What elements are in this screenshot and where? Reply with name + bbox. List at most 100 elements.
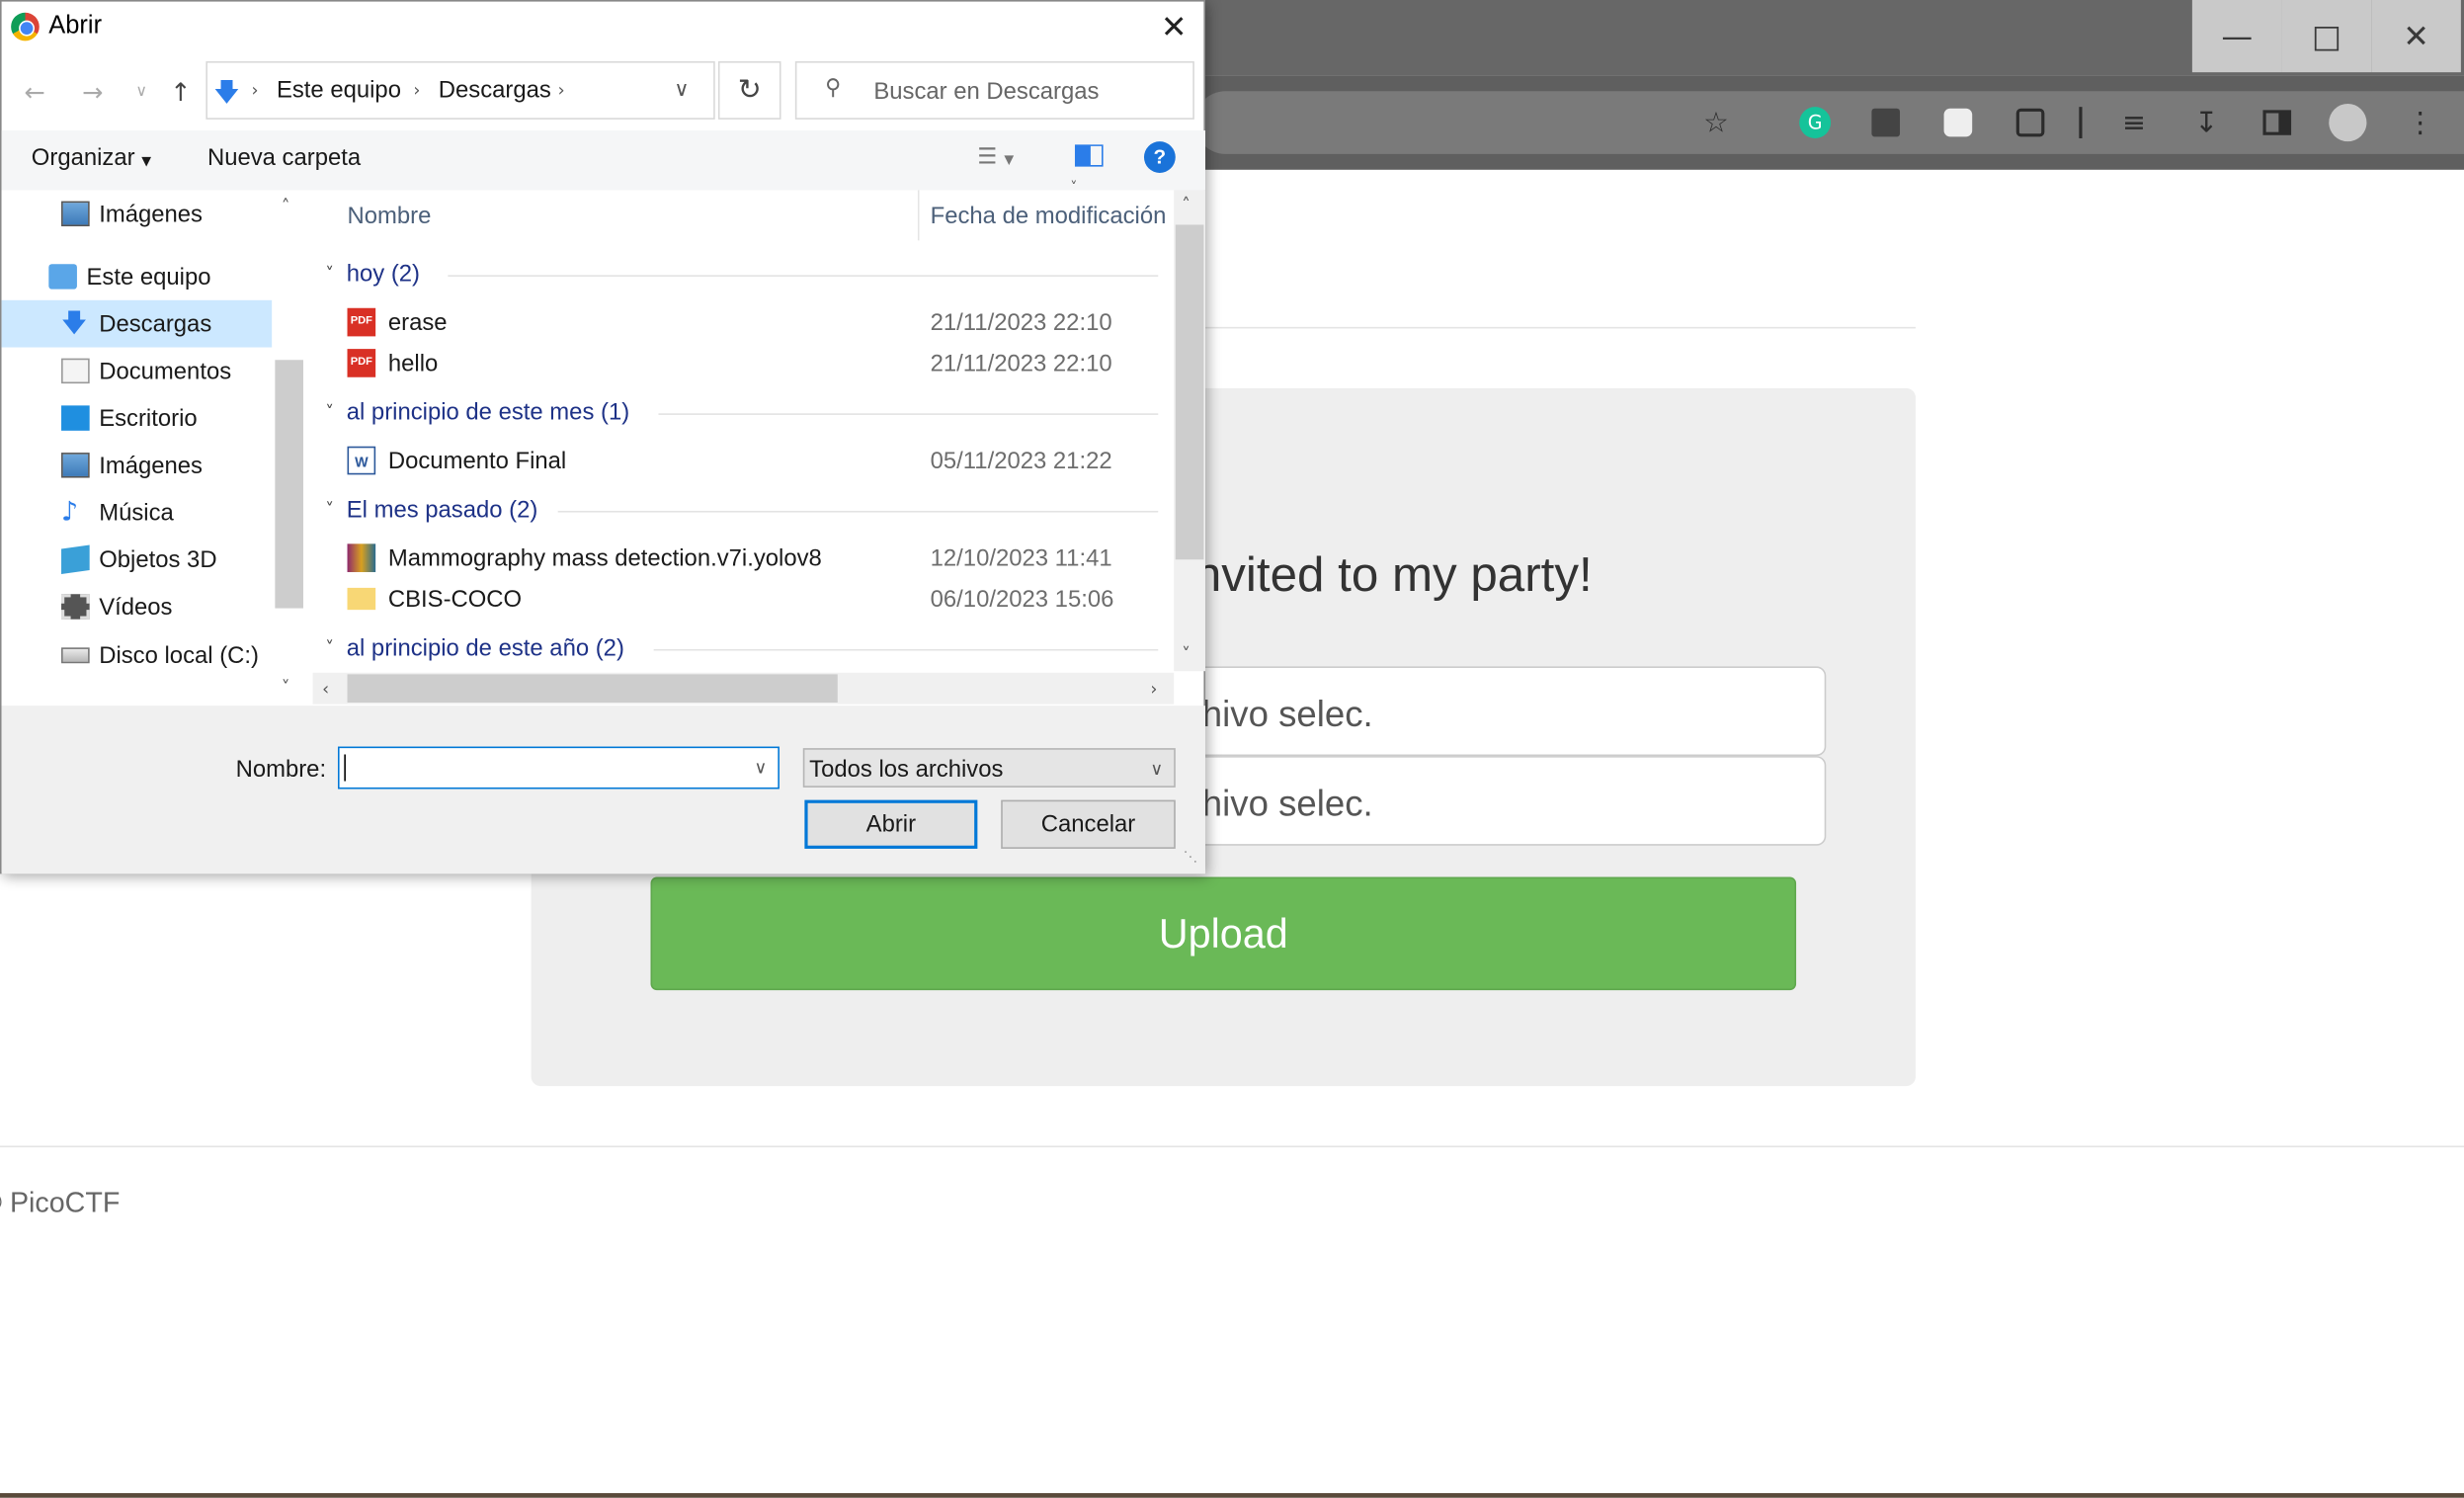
horizontal-scroll-thumb[interactable] xyxy=(347,674,838,703)
scroll-down-arrow-icon[interactable]: ˅ xyxy=(282,678,290,699)
scroll-right-arrow-icon[interactable]: › xyxy=(1150,679,1157,700)
text-caret xyxy=(344,754,346,782)
open-button[interactable]: Abrir xyxy=(804,799,978,849)
minimize-button[interactable]: — xyxy=(2191,0,2282,73)
archive-icon xyxy=(347,543,376,572)
column-header-name[interactable]: Nombre xyxy=(348,203,432,229)
sidebar-item-disco-local[interactable]: Disco local (C:) xyxy=(2,631,273,679)
file-row[interactable]: W Documento Final 05/11/2023 21:22 xyxy=(347,440,1165,480)
group-header[interactable]: ˅ hoy (2) xyxy=(325,261,420,288)
sidebar-item-objetos-3d[interactable]: Objetos 3D xyxy=(2,536,273,583)
group-header[interactable]: ˅ El mes pasado (2) xyxy=(325,497,537,524)
group-divider xyxy=(448,275,1159,277)
breadcrumb-bar[interactable]: 🡇 › Este equipo › Descargas › ∨ xyxy=(205,61,715,120)
pdf-icon: PDF xyxy=(347,349,376,377)
refresh-button[interactable]: ↻ xyxy=(717,61,781,120)
maximize-button[interactable]: □ xyxy=(2281,0,2372,73)
downloads-icon: 🡇 xyxy=(213,76,240,108)
chevron-down-icon: ∨ xyxy=(1150,759,1164,780)
media-queue-icon[interactable]: ≡ xyxy=(2112,101,2157,145)
view-options-icon[interactable]: ☰ ▼ xyxy=(977,144,1014,169)
preview-pane-icon[interactable] xyxy=(1074,144,1104,167)
breadcrumb-separator-icon: › xyxy=(413,80,421,101)
file-input-1[interactable]: hivo selec. xyxy=(1193,666,1827,757)
scroll-up-arrow-icon[interactable]: ˄ xyxy=(1182,195,1191,215)
group-header[interactable]: ˅ al principio de este mes (1) xyxy=(325,399,629,426)
back-arrow-icon[interactable]: ← xyxy=(17,74,51,109)
scroll-down-arrow-icon[interactable]: ˅ xyxy=(1182,644,1191,665)
sidebar-item-videos[interactable]: Vídeos xyxy=(2,583,273,630)
resize-grip-icon[interactable]: ⋱ xyxy=(1184,851,1197,867)
extensions-puzzle-icon[interactable] xyxy=(2009,101,2053,145)
column-divider[interactable] xyxy=(917,190,920,241)
recent-locations-chevron-icon[interactable]: ∨ xyxy=(124,74,159,109)
documents-icon xyxy=(61,358,90,384)
page-divider xyxy=(1193,326,1916,329)
group-divider xyxy=(658,413,1159,415)
sidebar-item-musica[interactable]: ♪ Música xyxy=(2,489,273,537)
breadcrumb-separator-icon: › xyxy=(251,80,259,101)
collapse-chevron-icon: ˅ xyxy=(325,402,335,423)
scroll-up-arrow-icon[interactable]: ˄ xyxy=(282,197,290,217)
folder-icon xyxy=(347,587,376,611)
sidebar-scroll-thumb[interactable] xyxy=(275,360,303,609)
collapse-chevron-icon: ˅ xyxy=(325,499,335,521)
group-divider xyxy=(557,510,1159,513)
bookmark-star-icon[interactable]: ☆ xyxy=(1694,101,1739,145)
videos-icon xyxy=(61,594,90,620)
sidebar-item-documentos[interactable]: Documentos xyxy=(2,348,273,395)
sidebar-item-imagenes[interactable]: Imágenes xyxy=(2,442,273,489)
vertical-scroll-thumb[interactable] xyxy=(1175,224,1204,560)
breadcrumb-separator-icon: › xyxy=(557,80,565,101)
column-header-date[interactable]: Fecha de modificación xyxy=(931,203,1167,229)
address-dropdown-icon[interactable]: ∨ xyxy=(674,79,689,103)
group-header[interactable]: ˅ al principio de este año (2) xyxy=(325,635,624,662)
new-folder-button[interactable]: Nueva carpeta xyxy=(207,144,361,171)
grammarly-extension-icon[interactable]: G xyxy=(1793,101,1838,145)
downloads-icon[interactable]: ↧ xyxy=(2184,101,2229,145)
file-type-select[interactable]: Todos los archivos ∨ xyxy=(802,748,1176,788)
collapse-chevron-icon: ˅ xyxy=(325,264,335,285)
file-row[interactable]: Mammography mass detection.v7i.yolov8 12/… xyxy=(347,538,1165,578)
profile-avatar[interactable] xyxy=(2326,101,2370,145)
filename-dropdown-icon[interactable]: ∨ xyxy=(754,758,767,779)
3d-objects-icon xyxy=(61,544,90,574)
sidebar-item-imagenes-top[interactable]: Imágenes xyxy=(2,190,273,237)
file-input-2[interactable]: hivo selec. xyxy=(1193,756,1827,846)
sidebar-item-descargas[interactable]: 🡇 Descargas xyxy=(1,299,273,348)
music-icon: ♪ xyxy=(61,496,79,529)
chrome-menu-icon[interactable]: ⋮ xyxy=(2398,101,2442,145)
close-window-button[interactable]: ✕ xyxy=(2371,0,2461,73)
breadcrumb-item[interactable]: Este equipo xyxy=(277,77,401,104)
breadcrumb-item[interactable]: Descargas xyxy=(439,77,551,104)
sidebar-item-escritorio[interactable]: Escritorio xyxy=(2,394,273,442)
desktop-icon xyxy=(61,405,90,431)
file-row[interactable]: CBIS-COCO 06/10/2023 15:06 xyxy=(347,578,1165,619)
sidebar-item-este-equipo[interactable]: Este equipo xyxy=(2,253,273,300)
up-arrow-icon[interactable]: ↑ xyxy=(163,74,198,109)
toolbar-separator xyxy=(2079,107,2083,138)
chrome-logo-icon xyxy=(11,12,40,42)
bottom-edge xyxy=(0,1493,2464,1498)
search-input[interactable]: ⚲ Buscar en Descargas xyxy=(794,61,1194,120)
cancel-button[interactable]: Cancelar xyxy=(1001,799,1176,849)
drive-icon xyxy=(61,647,90,664)
side-panel-icon[interactable] xyxy=(2256,101,2300,145)
footer-divider xyxy=(0,1145,2464,1148)
dialog-close-button[interactable]: ✕ xyxy=(1146,5,1202,49)
dialog-title: Abrir xyxy=(48,12,103,40)
search-placeholder: Buscar en Descargas xyxy=(873,78,1100,106)
pictures-icon xyxy=(61,453,90,478)
open-file-dialog: Abrir ✕ ← → ∨ ↑ 🡇 › Este equipo › Descar… xyxy=(0,0,1205,874)
filename-input[interactable]: ∨ xyxy=(337,746,780,790)
notion-extension-icon[interactable] xyxy=(1863,101,1908,145)
forward-arrow-icon[interactable]: → xyxy=(75,74,110,109)
command-bar xyxy=(1,130,1205,191)
help-icon[interactable]: ? xyxy=(1143,141,1176,173)
upload-button[interactable]: Upload xyxy=(650,876,1797,991)
file-row[interactable]: PDF erase 21/11/2023 22:10 xyxy=(347,301,1165,342)
organize-button[interactable]: Organizar ▼ xyxy=(32,144,151,171)
scroll-left-arrow-icon[interactable]: ‹ xyxy=(322,679,329,700)
file-row[interactable]: PDF hello 21/11/2023 22:10 xyxy=(347,343,1165,383)
palette-extension-icon[interactable] xyxy=(1936,101,1981,145)
